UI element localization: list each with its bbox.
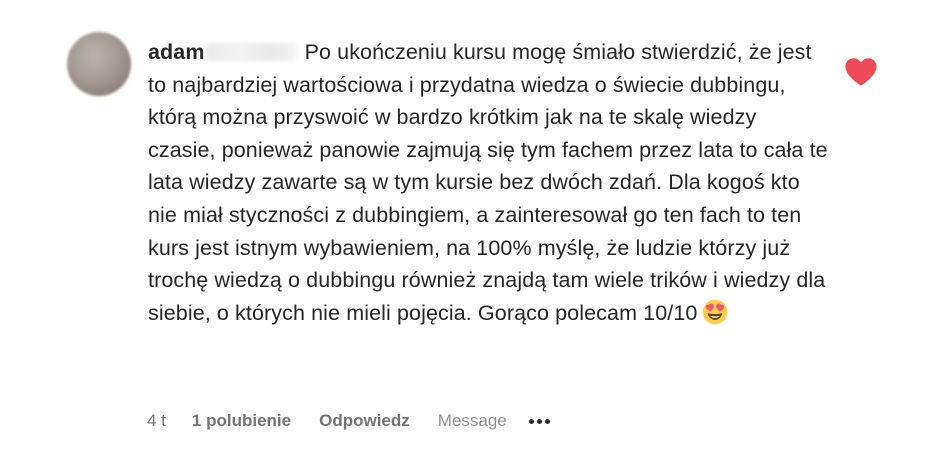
comment-time[interactable]: 4 t (147, 411, 166, 431)
reply-button[interactable]: Odpowiedz (319, 411, 410, 431)
redacted-username (204, 43, 297, 61)
comment-text: Po ukończeniu kursu mogę śmiało stwierdz… (148, 40, 828, 325)
like-heart-icon[interactable] (844, 56, 878, 88)
comment-body: adam Po ukończeniu kursu mogę śmiało stwi… (148, 36, 828, 329)
comment-username[interactable]: adam (148, 40, 205, 64)
heart-eyes-emoji-icon (703, 299, 728, 325)
comment-actions: 4 t 1 polubienie Odpowiedz Message (147, 409, 550, 433)
likes-count-button[interactable]: 1 polubienie (192, 411, 291, 431)
avatar[interactable] (67, 32, 131, 96)
message-button[interactable]: Message (438, 411, 507, 431)
more-horizontal-icon[interactable] (528, 418, 550, 424)
